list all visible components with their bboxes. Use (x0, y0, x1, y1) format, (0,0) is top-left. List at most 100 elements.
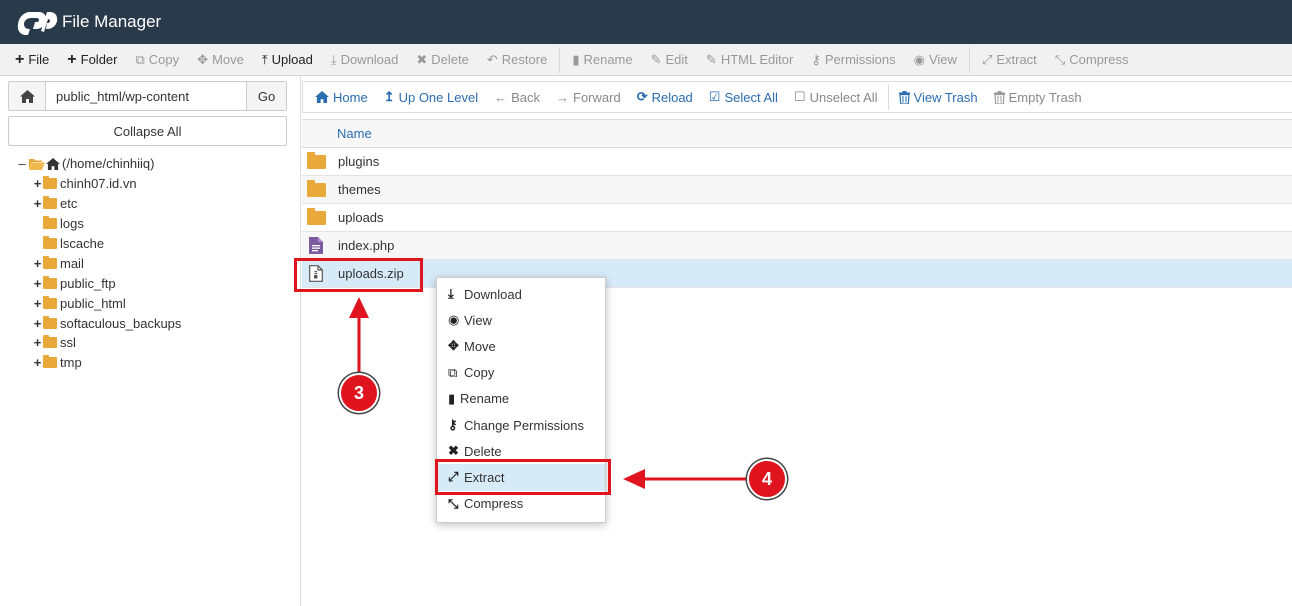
home-button[interactable]: Home (307, 82, 376, 112)
file-row-themes[interactable]: themes (302, 176, 1292, 204)
compress-icon: ⤡ (448, 495, 459, 511)
main-toolbar: + File + Folder ⧉ Copy ✥ Move ⤒ Upload ⤓ Downl… (0, 44, 1292, 76)
restore-button[interactable]: ↶ Restore (478, 45, 556, 75)
directory-tree: – (/home/chinhiiq) + chinh07.id.vn + etc l… (16, 154, 286, 373)
menu-item-rename[interactable]: ▮ Rename (437, 386, 605, 412)
folder-icon (43, 355, 57, 369)
folder-icon (43, 196, 57, 210)
highlight-box-uploads-zip (294, 258, 423, 292)
new-folder-button[interactable]: + Folder (58, 45, 126, 75)
home-path-button[interactable] (9, 82, 46, 110)
menu-item-move[interactable]: ✥ Move (437, 333, 605, 359)
tree-item[interactable]: + ssl (16, 333, 286, 353)
collapse-all-button[interactable]: Collapse All (8, 116, 287, 146)
folder-icon (43, 216, 57, 230)
top-header: File Manager (0, 0, 1292, 44)
expand-plus-icon[interactable]: + (32, 276, 43, 291)
home-icon (46, 157, 60, 170)
expand-plus-icon[interactable]: + (32, 176, 43, 191)
level-up-icon: ↥ (383, 89, 395, 104)
edit-square-icon: ✎ (705, 51, 717, 67)
forward-button[interactable]: → Forward (548, 82, 629, 112)
copy-icon: ⧉ (135, 51, 145, 67)
tree-root[interactable]: – (/home/chinhiiq) (16, 154, 286, 174)
expand-plus-icon[interactable]: + (32, 335, 43, 350)
permissions-button[interactable]: ⚷ Permissions (802, 45, 904, 75)
file-row-plugins[interactable]: plugins (302, 148, 1292, 176)
download-icon: ⤓ (448, 286, 454, 302)
download-button[interactable]: ⤓ Download (322, 45, 408, 75)
restore-icon: ↶ (486, 51, 498, 67)
menu-item-copy[interactable]: ⧉ Copy (437, 360, 605, 386)
checkbox-checked-icon: ☑ (708, 89, 721, 104)
tree-item[interactable]: + tmp (16, 353, 286, 373)
folder-icon (307, 179, 326, 197)
file-row-uploads[interactable]: uploads (302, 204, 1292, 232)
upload-button[interactable]: ⤒ Upload (253, 45, 322, 75)
compress-icon: ⤡ (1054, 51, 1066, 67)
path-bar: Go (8, 81, 287, 111)
copy-button[interactable]: ⧉ Copy (127, 45, 189, 75)
php-file-icon (309, 237, 323, 254)
unselect-all-button[interactable]: ☐ Unselect All (786, 82, 886, 112)
toolbar-divider (887, 84, 889, 110)
folder-icon (43, 275, 57, 289)
file-row-index-php[interactable]: index.php (302, 232, 1292, 260)
folder-icon (43, 176, 57, 190)
tree-root-label: (/home/chinhiiq) (62, 156, 155, 172)
tree-item[interactable]: + chinh07.id.vn (16, 174, 286, 194)
menu-item-download[interactable]: ⤓ Download (437, 281, 605, 307)
tree-item[interactable]: logs (16, 214, 286, 234)
navigation-toolbar: Home ↥ Up One Level ← Back → Forward ⟳ Reloa… (302, 81, 1292, 113)
move-button[interactable]: ✥ Move (188, 45, 253, 75)
expand-plus-icon[interactable]: + (32, 256, 43, 271)
back-button[interactable]: ← Back (486, 82, 548, 112)
path-input[interactable] (46, 82, 246, 110)
view-button[interactable]: ◉ View (905, 45, 966, 75)
expand-icon: ⤢ (981, 51, 993, 67)
html-editor-button[interactable]: ✎ HTML Editor (697, 45, 802, 75)
tree-item[interactable]: + softaculous_backups (16, 313, 286, 333)
eye-icon: ◉ (448, 312, 460, 328)
upload-icon: ⤒ (261, 51, 268, 67)
menu-item-change-permissions[interactable]: ⚷ Change Permissions (437, 412, 605, 438)
tree-item[interactable]: + etc (16, 194, 286, 214)
expand-plus-icon[interactable]: + (32, 296, 43, 311)
delete-icon: ✖ (416, 51, 428, 67)
edit-button[interactable]: ✎ Edit (642, 45, 697, 75)
checkbox-empty-icon: ☐ (793, 89, 806, 104)
plus-icon: + (67, 50, 77, 68)
highlight-box-extract (435, 459, 611, 495)
tree-item[interactable]: lscache (16, 234, 286, 254)
reload-button[interactable]: ⟳ Reload (629, 82, 701, 112)
rename-button[interactable]: ▮ Rename (563, 45, 641, 75)
copy-icon: ⧉ (448, 364, 458, 380)
tree-item[interactable]: + mail (16, 253, 286, 273)
empty-trash-button[interactable]: Empty Trash (986, 82, 1090, 112)
delete-button[interactable]: ✖ Delete (407, 45, 477, 75)
new-file-button[interactable]: + File (6, 45, 58, 75)
collapse-toggle-icon[interactable]: – (16, 156, 28, 171)
arrow-head-step-3 (349, 297, 369, 318)
cpanel-logo-icon (17, 12, 58, 35)
expand-plus-icon[interactable]: + (32, 316, 43, 331)
extract-button[interactable]: ⤢ Extract (973, 45, 1046, 75)
toolbar-divider (968, 46, 970, 73)
expand-plus-icon[interactable]: + (32, 196, 43, 211)
file-list: Name plugins themes uploads index.php up… (302, 119, 1292, 288)
delete-icon: ✖ (448, 443, 459, 459)
folder-icon (43, 335, 57, 349)
compress-button[interactable]: ⤡ Compress (1046, 45, 1138, 75)
up-one-level-button[interactable]: ↥ Up One Level (376, 82, 486, 112)
arrow-head-step-4 (623, 469, 645, 489)
tree-item[interactable]: + public_ftp (16, 273, 286, 293)
tree-item[interactable]: + public_html (16, 293, 286, 313)
column-header-name[interactable]: Name (302, 119, 1292, 148)
expand-plus-icon[interactable]: + (32, 355, 43, 370)
menu-item-view[interactable]: ◉ View (437, 307, 605, 333)
folder-icon (43, 255, 57, 269)
view-trash-button[interactable]: View Trash (891, 82, 986, 112)
refresh-icon: ⟳ (636, 89, 648, 104)
select-all-button[interactable]: ☑ Select All (701, 82, 786, 112)
go-button[interactable]: Go (246, 82, 286, 110)
